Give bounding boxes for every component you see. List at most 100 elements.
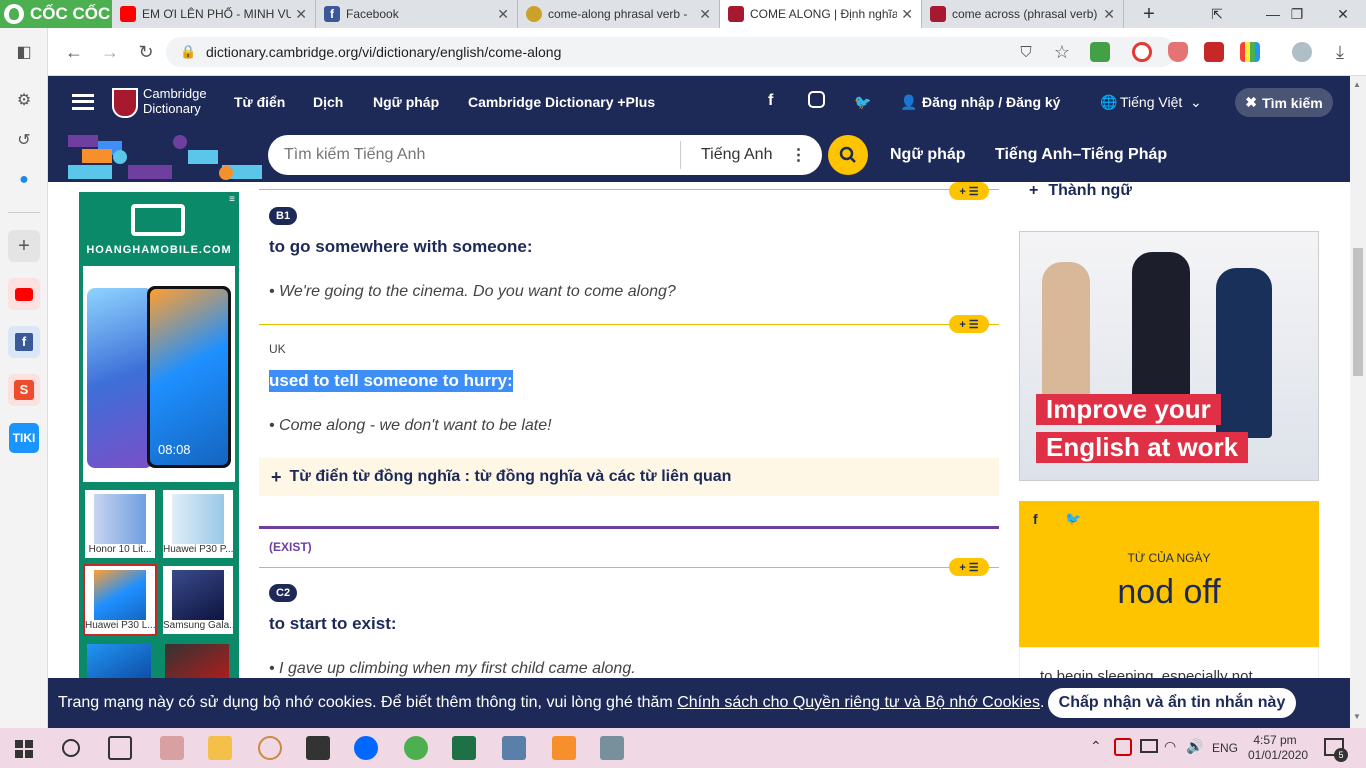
search-icon[interactable]	[62, 739, 80, 757]
left-ad[interactable]: ≡ HOANGHAMOBILE.COM 08:08 Honor 10 Lit..…	[79, 192, 239, 678]
maximize-icon[interactable]: ❐	[1274, 0, 1320, 28]
messenger-icon[interactable]: ●	[8, 164, 40, 196]
add-to-list-button[interactable]: + ☰	[949, 182, 989, 200]
page-scrollbar[interactable]: ▲ ▼	[1350, 76, 1366, 728]
add-icon[interactable]: +	[8, 230, 40, 262]
language-indicator[interactable]: ENG	[1212, 741, 1238, 755]
zalo-icon[interactable]	[354, 736, 378, 760]
thesaurus-link[interactable]: + Từ điển từ đồng nghĩa : từ đồng nghĩa …	[259, 458, 999, 496]
language-select[interactable]: Tiếng Việt	[1120, 94, 1182, 110]
chrome-extension-icon[interactable]	[1132, 42, 1152, 62]
privacy-policy-link[interactable]: Chính sách cho Quyền riêng tư và Bộ nhớ …	[677, 694, 1040, 711]
battery-icon[interactable]	[1140, 739, 1158, 753]
twitter-icon[interactable]: 🐦	[854, 94, 871, 111]
app-icon[interactable]	[502, 736, 526, 760]
bookmark-star-icon[interactable]: ☆	[1050, 40, 1074, 64]
cambridge-shield-logo[interactable]	[112, 88, 138, 118]
windows-start-icon[interactable]	[15, 740, 33, 758]
wifi-icon[interactable]: ◠	[1164, 738, 1176, 755]
ad-menu-icon[interactable]: ≡	[229, 194, 235, 205]
twitter-icon[interactable]: 🐦	[1065, 511, 1081, 527]
task-view-icon[interactable]	[108, 736, 132, 760]
youtube-icon[interactable]	[8, 278, 40, 310]
reload-icon[interactable]: ↻	[134, 40, 158, 64]
instagram-icon[interactable]	[808, 91, 825, 111]
red-extension-icon[interactable]	[1204, 42, 1224, 62]
sidebar-toggle-icon[interactable]: ◧	[8, 36, 40, 68]
product-thumb[interactable]: Samsung Gala...	[161, 564, 235, 636]
close-icon[interactable]: ✕	[699, 6, 711, 23]
shopee-icon[interactable]: S	[8, 374, 40, 406]
facebook-icon[interactable]: f	[1033, 511, 1038, 527]
app-icon[interactable]	[258, 736, 282, 760]
add-to-list-button[interactable]: + ☰	[949, 315, 989, 333]
product-thumb[interactable]: Honor 10 Lit...	[83, 488, 157, 560]
facebook-icon[interactable]: f	[8, 326, 40, 358]
app-icon[interactable]	[160, 736, 184, 760]
nav-dictionary[interactable]: Từ điển	[234, 94, 285, 110]
tiki-icon[interactable]: TIKI	[8, 422, 40, 454]
nav-plus[interactable]: Cambridge Dictionary +Plus	[468, 94, 655, 110]
grammar-link[interactable]: Ngữ pháp	[890, 146, 966, 164]
menu-icon[interactable]	[72, 94, 94, 110]
search-toggle-button[interactable]: ✖ Tìm kiếm	[1235, 88, 1333, 117]
close-icon[interactable]: ✕	[901, 6, 913, 23]
tab-facebook[interactable]: f Facebook ✕	[316, 0, 518, 28]
settings-icon[interactable]: ⚙	[8, 84, 40, 116]
english-french-link[interactable]: Tiếng Anh–Tiếng Pháp	[995, 146, 1167, 164]
close-icon[interactable]: ✕	[497, 6, 509, 23]
tray-chevron-icon[interactable]: ⌃	[1090, 738, 1102, 755]
dictionary-select[interactable]: Tiếng Anh	[701, 146, 772, 164]
site-logo[interactable]: Cambridge Dictionary	[143, 86, 207, 116]
facebook-icon[interactable]: f	[768, 92, 773, 110]
adblock-extension-icon[interactable]	[1168, 42, 1188, 62]
search-input[interactable]	[284, 146, 680, 164]
wotd-word[interactable]: nod off	[1019, 573, 1319, 612]
shield-icon[interactable]: ⛉	[1014, 40, 1038, 64]
more-options-icon[interactable]: ⋮	[790, 145, 806, 165]
product-thumb[interactable]: Huawei P30 L...	[83, 564, 157, 636]
search-button[interactable]	[828, 135, 868, 175]
tab-oxford[interactable]: come-along phrasal verb - ✕	[518, 0, 720, 28]
new-tab-button[interactable]: +	[1126, 0, 1172, 28]
close-icon[interactable]: ✕	[1103, 6, 1115, 23]
tab-search-icon[interactable]: ⇱	[1194, 0, 1240, 28]
tab-come-across[interactable]: come across (phrasal verb) ✕	[922, 0, 1124, 28]
app-icon[interactable]	[600, 736, 624, 760]
tab-youtube[interactable]: EM ƠI LÊN PHỐ - MINH VU ✕	[112, 0, 316, 28]
right-ad[interactable]: Improve your English at work	[1019, 231, 1319, 481]
scroll-up-icon[interactable]: ▲	[1353, 80, 1361, 89]
download-extension-icon[interactable]	[1090, 42, 1110, 62]
app-icon[interactable]	[306, 736, 330, 760]
close-icon[interactable]: ✕	[295, 6, 307, 23]
idioms-link[interactable]: + Thành ngữ	[1029, 182, 1132, 200]
downloads-icon[interactable]: ⤓	[1328, 40, 1352, 64]
product-thumb[interactable]	[165, 644, 229, 678]
forward-icon[interactable]: →	[98, 40, 122, 64]
tray-app-icon[interactable]	[1114, 738, 1132, 756]
coccoc-menu-button[interactable]: CỐC CỐC	[0, 0, 112, 28]
add-to-list-button[interactable]: + ☰	[949, 558, 989, 576]
color-extension-icon[interactable]	[1240, 42, 1260, 62]
product-thumb[interactable]	[87, 644, 151, 678]
scroll-down-icon[interactable]: ▼	[1353, 712, 1361, 721]
clock[interactable]: 4:57 pm 01/01/2020	[1248, 733, 1308, 763]
sense-divider	[259, 324, 999, 325]
tab-come-along[interactable]: COME ALONG | Định nghĩa ✕	[720, 0, 922, 28]
file-explorer-icon[interactable]	[208, 736, 232, 760]
example: • I gave up climbing when my first child…	[269, 660, 636, 677]
accept-cookies-button[interactable]: Chấp nhận và ẩn tin nhắn này	[1048, 688, 1296, 718]
window-close-icon[interactable]: ✕	[1320, 0, 1366, 28]
back-icon[interactable]: ←	[62, 40, 86, 64]
nav-translate[interactable]: Dịch	[313, 94, 343, 110]
scrollbar-thumb[interactable]	[1353, 248, 1363, 376]
app-icon[interactable]	[552, 736, 576, 760]
coccoc-icon[interactable]	[404, 736, 428, 760]
history-icon[interactable]: ↺	[8, 124, 40, 156]
volume-icon[interactable]: 🔊	[1186, 738, 1203, 755]
nav-grammar[interactable]: Ngữ pháp	[373, 94, 439, 110]
profile-avatar[interactable]	[1292, 42, 1312, 62]
excel-icon[interactable]	[452, 736, 476, 760]
product-thumb[interactable]: Huawei P30 P...	[161, 488, 235, 560]
login-link[interactable]: Đăng nhập / Đăng ký	[922, 94, 1060, 110]
